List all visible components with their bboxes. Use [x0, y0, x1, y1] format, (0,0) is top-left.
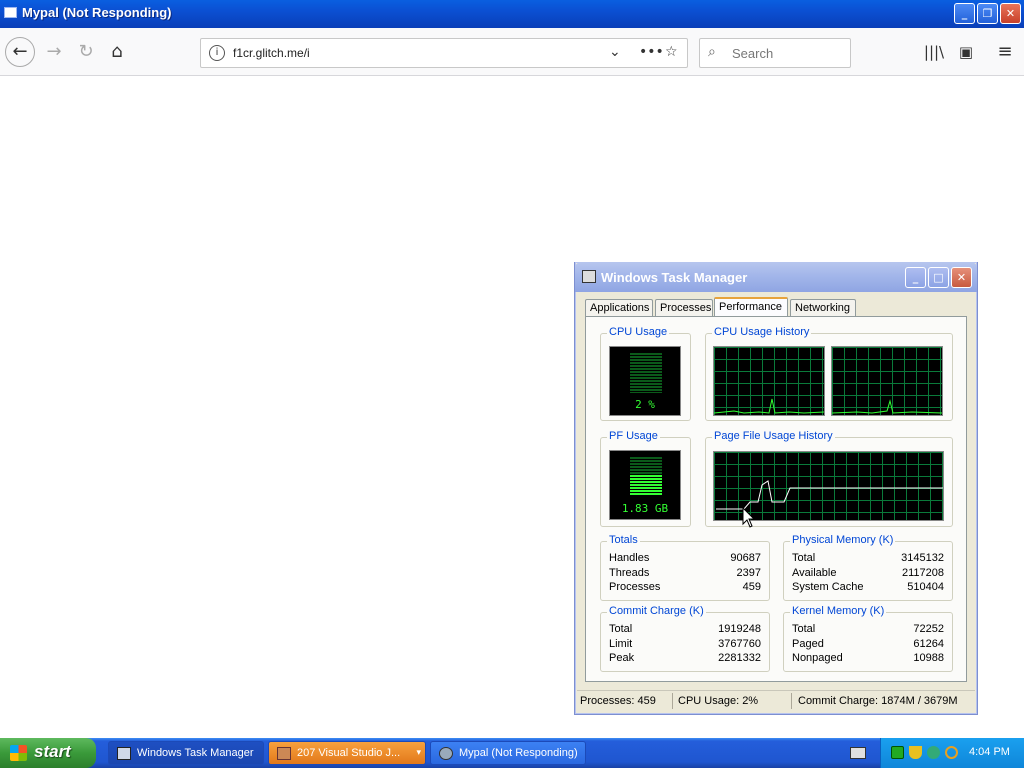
status-divider	[791, 693, 792, 709]
network-icon[interactable]	[927, 746, 940, 759]
status-cpu: CPU Usage: 2%	[678, 695, 759, 707]
performance-panel: CPU Usage 2 % CPU Usage History PF Usage…	[585, 316, 967, 682]
physical-memory-row: Available 2117208	[792, 567, 944, 579]
pf-gauge-fill-bars	[630, 475, 662, 495]
pf-history-label: Page File Usage History	[712, 430, 835, 442]
pf-usage-value: 1.83 GB	[621, 502, 669, 515]
taskbar-item-visual-studio[interactable]: 207 Visual Studio J... ▾	[268, 741, 426, 765]
physical-memory-row: Total 3145132	[792, 552, 944, 564]
sidebar-icon[interactable]: ▣	[952, 38, 980, 66]
home-button[interactable]: ⌂	[103, 38, 131, 66]
windows-flag-icon	[10, 745, 27, 761]
chevron-down-icon[interactable]: ⌄	[609, 44, 621, 60]
reload-button[interactable]: ↻	[72, 38, 100, 66]
mouse-cursor-icon	[742, 507, 756, 528]
security-shield-icon[interactable]	[909, 746, 922, 759]
cpu-gauge-bars	[630, 353, 662, 393]
totals-group: Totals Handles 90687 Threads 2397 Processe…	[600, 534, 770, 601]
tray-green-icon[interactable]	[891, 746, 904, 759]
tm-minimize-button[interactable]: _	[905, 267, 926, 288]
physical-memory-group: Physical Memory (K) Total 3145132 Availab…	[783, 534, 953, 601]
bookmark-star-icon[interactable]: ☆	[665, 44, 678, 60]
pf-usage-label: PF Usage	[607, 430, 660, 442]
back-button[interactable]: ←	[5, 37, 35, 67]
cpu-history-graph-2	[831, 346, 943, 416]
kernel-memory-row: Paged 61264	[792, 638, 944, 650]
taskbar-item-label: Mypal (Not Responding)	[459, 747, 578, 759]
tm-maximize-button[interactable]: □	[928, 267, 949, 288]
commit-charge-row: Peak 2281332	[609, 652, 761, 664]
url-text: f1cr.glitch.me/i	[233, 46, 310, 60]
info-icon[interactable]: i	[209, 45, 225, 61]
totals-row: Processes 459	[609, 581, 761, 593]
restore-button[interactable]: ❐	[977, 3, 998, 24]
cpu-history-line-1	[714, 398, 824, 414]
visual-studio-icon	[277, 747, 291, 760]
kernel-memory-label: Kernel Memory (K)	[790, 605, 887, 617]
browser-toolbar: ← → ↻ ⌂ i f1cr.glitch.me/i ⌄ ••• ☆ ⌕ Sea…	[0, 28, 1024, 76]
task-manager-window[interactable]: Windows Task Manager _ □ ✕ Applications …	[574, 262, 978, 715]
cpu-history-group: CPU Usage History	[705, 326, 953, 421]
start-button[interactable]: start	[0, 738, 96, 768]
kernel-memory-row: Total 72252	[792, 623, 944, 635]
cpu-history-graph-1	[713, 346, 825, 416]
pf-usage-gauge: 1.83 GB	[609, 450, 681, 520]
forward-button[interactable]: →	[40, 38, 68, 66]
kernel-memory-row: Nonpaged 10988	[792, 652, 944, 664]
taskbar: start Windows Task Manager 207 Visual St…	[0, 738, 1024, 768]
task-manager-titlebar[interactable]: Windows Task Manager _ □ ✕	[575, 262, 977, 292]
pf-gauge-empty-bars	[630, 457, 662, 475]
task-manager-statusbar: Processes: 459 CPU Usage: 2% Commit Char…	[577, 690, 975, 712]
keyboard-icon[interactable]	[850, 747, 866, 759]
physical-memory-row: System Cache 510404	[792, 581, 944, 593]
cpu-history-label: CPU Usage History	[712, 326, 812, 338]
app-icon	[4, 7, 17, 18]
cpu-usage-group: CPU Usage 2 %	[600, 326, 691, 421]
totals-row: Threads 2397	[609, 567, 761, 579]
search-box[interactable]: ⌕ Search	[699, 38, 851, 68]
status-divider	[672, 693, 673, 709]
start-label: start	[34, 742, 71, 761]
cpu-usage-label: CPU Usage	[607, 326, 670, 338]
task-manager-icon	[582, 270, 596, 283]
search-tray-icon[interactable]	[945, 746, 958, 759]
status-commit: Commit Charge: 1874M / 3679M	[798, 695, 958, 707]
commit-charge-label: Commit Charge (K)	[607, 605, 706, 617]
physical-memory-label: Physical Memory (K)	[790, 534, 896, 546]
commit-charge-row: Total 1919248	[609, 623, 761, 635]
search-placeholder: Search	[732, 46, 774, 61]
cpu-usage-gauge: 2 %	[609, 346, 681, 416]
task-manager-title: Windows Task Manager	[601, 270, 748, 285]
totals-label: Totals	[607, 534, 640, 546]
menu-icon[interactable]: ≡	[991, 38, 1019, 66]
taskbar-item-mypal[interactable]: Mypal (Not Responding)	[430, 741, 586, 765]
taskbar-item-label: Windows Task Manager	[137, 747, 254, 759]
pf-usage-group: PF Usage 1.83 GB	[600, 430, 691, 527]
taskbar-item-task-manager[interactable]: Windows Task Manager	[108, 741, 264, 765]
task-manager-icon	[117, 747, 131, 760]
page-actions-icon[interactable]: •••	[639, 44, 664, 60]
taskbar-item-label: 207 Visual Studio J...	[297, 747, 401, 759]
window-titlebar[interactable]: Mypal (Not Responding) _ ❐ ✕	[0, 0, 1024, 28]
search-icon: ⌕	[708, 44, 716, 60]
commit-charge-row: Limit 3767760	[609, 638, 761, 650]
clock[interactable]: 4:04 PM	[969, 746, 1010, 758]
window-title: Mypal (Not Responding)	[22, 5, 172, 20]
url-bar[interactable]: i f1cr.glitch.me/i ⌄ ••• ☆	[200, 38, 688, 68]
library-icon[interactable]: |||\	[920, 38, 948, 66]
commit-charge-group: Commit Charge (K) Total 1919248 Limit 3767…	[600, 605, 770, 672]
group-arrow-icon[interactable]: ▾	[416, 747, 421, 758]
status-processes: Processes: 459	[580, 695, 656, 707]
totals-row: Handles 90687	[609, 552, 761, 564]
kernel-memory-group: Kernel Memory (K) Total 72252 Paged 61264 …	[783, 605, 953, 672]
tm-close-button[interactable]: ✕	[951, 267, 972, 288]
mypal-icon	[439, 747, 453, 760]
cpu-usage-value: 2 %	[635, 398, 655, 411]
minimize-button[interactable]: _	[954, 3, 975, 24]
cpu-history-line-2	[832, 399, 942, 414]
close-button[interactable]: ✕	[1000, 3, 1021, 24]
